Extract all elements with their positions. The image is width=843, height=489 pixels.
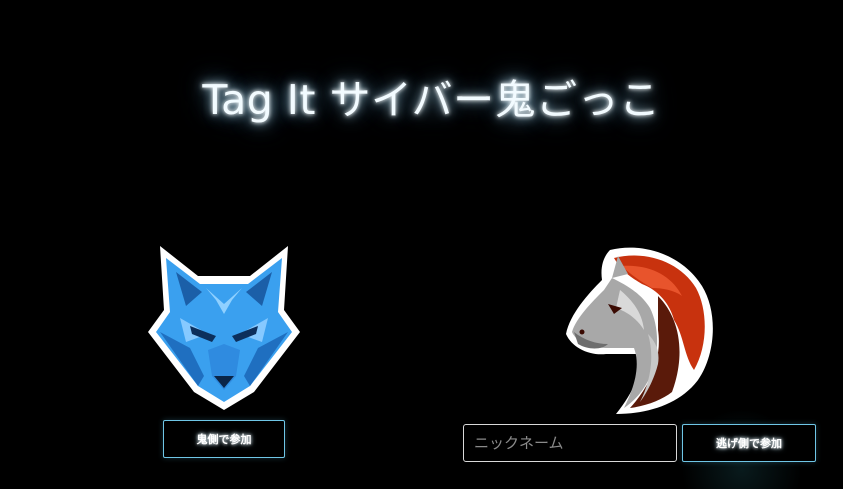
page-title: Tag It サイバー鬼ごっこ — [202, 76, 661, 124]
horse-head-icon — [566, 247, 713, 414]
join-screen: Tag It サイバー鬼ごっこ 鬼側で参加 ニックネーム 逃げ側で参加 — [0, 0, 843, 489]
join-runner-button[interactable]: 逃げ側で参加 — [682, 424, 816, 462]
join-oni-button[interactable]: 鬼側で参加 — [163, 420, 285, 458]
nickname-input[interactable] — [463, 424, 677, 462]
wolf-head-icon — [148, 246, 300, 410]
